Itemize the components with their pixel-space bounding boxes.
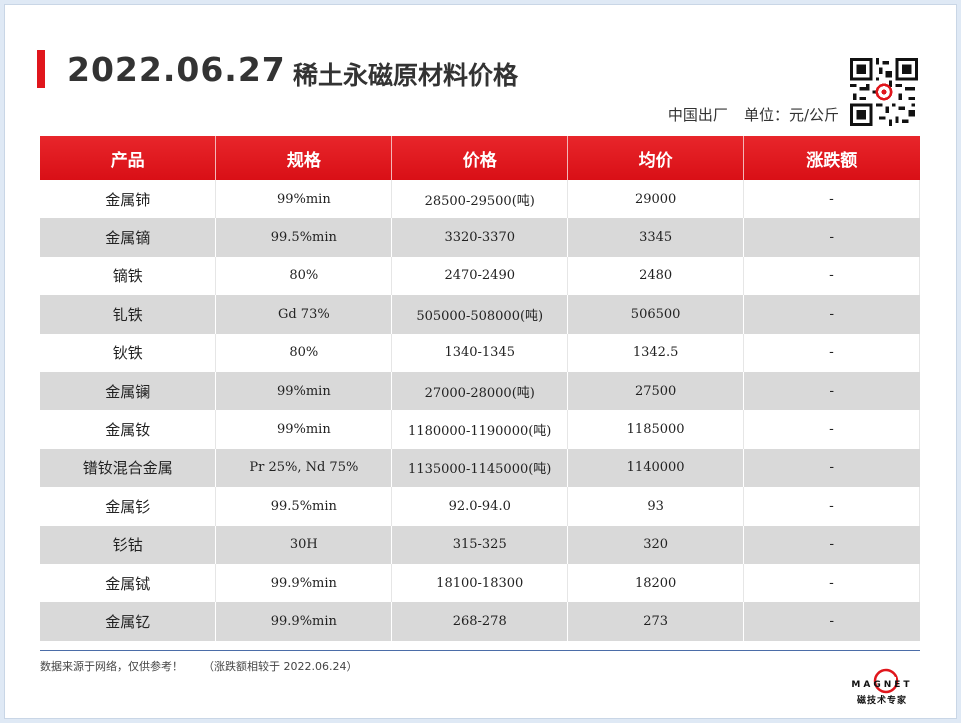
table-row: 金属钐 99.5%min 92.0-94.0 93 -	[40, 487, 920, 526]
table-row: 镝铁 80% 2470-2490 2480 -	[40, 256, 920, 296]
cell-change: -	[743, 371, 920, 411]
table-header-row: 产品 规格 价格 均价 涨跌额	[40, 136, 920, 180]
table-row: 镨钕混合金属 Pr 25%, Nd 75% 1135000-1145000(吨)…	[40, 448, 920, 488]
column-header-price: 价格	[391, 136, 569, 180]
cell-change: -	[743, 525, 920, 564]
table-row: 钬铁 80% 1340-1345 1342.5 -	[40, 333, 920, 372]
footer-divider	[40, 650, 920, 651]
logo-subtitle: 磁技术专家	[856, 696, 907, 706]
cell-change: -	[743, 487, 920, 526]
cell-product: 钬铁	[40, 333, 217, 372]
cell-spec: 80%	[215, 333, 393, 372]
cell-spec: 99.5%min	[215, 487, 393, 526]
cell-product: 金属镧	[40, 371, 217, 411]
footer-note: 数据来源于网络，仅供参考！ （涨跌额相较于 2022.06.24）	[40, 658, 357, 674]
table-row: 钆铁 Gd 73% 505000-508000(吨) 506500 -	[40, 295, 920, 334]
cell-change: -	[743, 410, 920, 449]
title-accent-bar	[37, 50, 45, 88]
cell-product: 金属镝	[40, 218, 217, 257]
cell-price: 1340-1345	[391, 333, 569, 372]
cell-product: 金属钇	[40, 602, 217, 641]
qr-code-icon	[850, 58, 918, 126]
table-row: 钐钴 30H 315-325 320 -	[40, 525, 920, 564]
column-header-spec: 规格	[215, 136, 393, 180]
column-header-avg-price: 均价	[567, 136, 745, 180]
cell-price: 27000-28000(吨)	[391, 371, 569, 411]
cell-avg-price: 29000	[567, 180, 745, 219]
cell-product: 镨钕混合金属	[40, 448, 217, 488]
cell-price: 18100-18300	[391, 563, 569, 603]
cell-price: 1135000-1145000(吨)	[391, 448, 569, 488]
cell-product: 金属钕	[40, 410, 217, 449]
cell-spec: 99%min	[215, 371, 393, 411]
cell-product: 金属铈	[40, 180, 217, 219]
cell-spec: 80%	[215, 256, 393, 296]
compare-note: （涨跌额相较于 2022.06.24）	[203, 660, 358, 673]
cell-product: 金属钐	[40, 487, 217, 526]
cell-avg-price: 27500	[567, 371, 745, 411]
cell-spec: 30H	[215, 525, 393, 564]
cell-price: 505000-508000(吨)	[391, 295, 569, 334]
cell-change: -	[743, 448, 920, 488]
cell-price: 1180000-1190000(吨)	[391, 410, 569, 449]
table-row: 金属钕 99%min 1180000-1190000(吨) 1185000 -	[40, 410, 920, 449]
logo-text: MAGNET	[851, 680, 913, 690]
cell-avg-price: 506500	[567, 295, 745, 334]
cell-product: 镝铁	[40, 256, 217, 296]
unit-label: 单位：元/公斤	[743, 106, 839, 124]
cell-product: 钐钴	[40, 525, 217, 564]
cell-price: 315-325	[391, 525, 569, 564]
column-header-product: 产品	[40, 136, 217, 180]
cell-price: 3320-3370	[391, 218, 569, 257]
cell-spec: 99%min	[215, 180, 393, 219]
table-row: 金属镧 99%min 27000-28000(吨) 27500 -	[40, 371, 920, 411]
cell-spec: 99.9%min	[215, 602, 393, 641]
cell-price: 268-278	[391, 602, 569, 641]
column-header-change: 涨跌额	[743, 136, 920, 180]
cell-spec: 99.9%min	[215, 563, 393, 603]
cell-avg-price: 3345	[567, 218, 745, 257]
unit-info: 中国出厂 单位：元/公斤	[652, 104, 839, 125]
cell-avg-price: 273	[567, 602, 745, 641]
cell-change: -	[743, 602, 920, 641]
magnet-logo-icon	[873, 668, 899, 694]
report-date: 2022.06.27	[67, 50, 286, 89]
page-title: 稀土永磁原材料价格	[293, 61, 519, 90]
cell-price: 92.0-94.0	[391, 487, 569, 526]
cell-avg-price: 1185000	[567, 410, 745, 449]
cell-product: 金属铽	[40, 563, 217, 603]
cell-avg-price: 18200	[567, 563, 745, 603]
cell-change: -	[743, 218, 920, 257]
cell-spec: 99.5%min	[215, 218, 393, 257]
table-row: 金属镝 99.5%min 3320-3370 3345 -	[40, 218, 920, 257]
table-row: 金属钇 99.9%min 268-278 273 -	[40, 602, 920, 641]
cell-change: -	[743, 563, 920, 603]
cell-spec: 99%min	[215, 410, 393, 449]
table-row: 金属铽 99.9%min 18100-18300 18200 -	[40, 563, 920, 603]
cell-spec: Pr 25%, Nd 75%	[215, 448, 393, 488]
cell-avg-price: 1342.5	[567, 333, 745, 372]
cell-avg-price: 1140000	[567, 448, 745, 488]
cell-change: -	[743, 333, 920, 372]
price-table: 产品 规格 价格 均价 涨跌额 金属铈 99%min 28500-29500(吨…	[40, 136, 920, 641]
cell-avg-price: 2480	[567, 256, 745, 296]
cell-price: 2470-2490	[391, 256, 569, 296]
cell-price: 28500-29500(吨)	[391, 180, 569, 219]
source-note: 数据来源于网络，仅供参考！	[40, 660, 183, 673]
cell-change: -	[743, 180, 920, 219]
origin-label: 中国出厂	[667, 106, 728, 124]
cell-avg-price: 93	[567, 487, 745, 526]
cell-change: -	[743, 295, 920, 334]
cell-change: -	[743, 256, 920, 296]
cell-product: 钆铁	[40, 295, 217, 334]
cell-avg-price: 320	[567, 525, 745, 564]
table-row: 金属铈 99%min 28500-29500(吨) 29000 -	[40, 180, 920, 219]
cell-spec: Gd 73%	[215, 295, 393, 334]
